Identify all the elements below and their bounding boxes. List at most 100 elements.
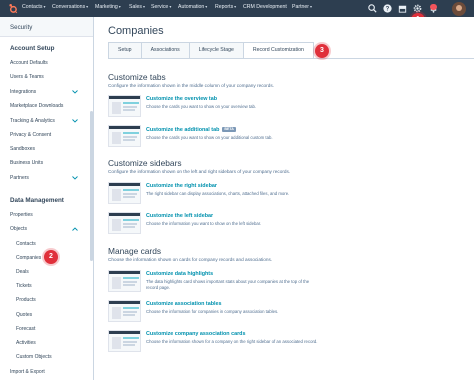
section-description: Configure the information shown on the l… [108, 169, 291, 174]
chevron-down-icon: ▾ [310, 4, 313, 9]
nav-partner[interactable]: Partner▾ [292, 4, 312, 10]
sidebar-item-tracking-analytics[interactable]: Tracking & Analytics [10, 118, 55, 124]
sidebar-item-users-teams[interactable]: Users & Teams [10, 74, 44, 80]
nav-service[interactable]: Service▾ [151, 4, 171, 10]
nav-label: Contacts [22, 4, 43, 10]
link-customize-company-association-cards[interactable]: Customize company association cards [146, 331, 245, 337]
sidebar-item-sandboxes[interactable]: Sandboxes [10, 146, 35, 152]
preview-thumbnail [108, 95, 141, 117]
nav-label: Service [151, 4, 169, 10]
step-marker-3: 3 [315, 44, 329, 58]
sidebar-item-integrations[interactable]: Integrations [10, 89, 36, 95]
section-description: Configure the information shown in the m… [108, 83, 274, 88]
link-customize-overview-tab[interactable]: Customize the overview tab [146, 96, 217, 102]
nav-reports[interactable]: Reports▾ [215, 4, 236, 10]
sidebar-item-account-defaults[interactable]: Account Defaults [10, 60, 48, 66]
preview-thumbnail [108, 182, 141, 204]
nav-label: Reports [215, 4, 234, 10]
item-description: Choose the cards you want to show on you… [146, 104, 257, 109]
section-title-manage-cards: Manage cards [108, 246, 162, 256]
sidebar-item-activities[interactable]: Activities [16, 340, 36, 346]
help-icon[interactable]: ? [382, 3, 393, 14]
preview-thumbnail [108, 270, 141, 292]
tab-record-customization[interactable]: Record Customization [242, 42, 314, 59]
sidebar-item-security[interactable]: Security [10, 24, 32, 31]
tab-bar: Setup Associations Lifecycle Stage Recor… [108, 42, 314, 59]
preview-thumbnail [108, 212, 141, 234]
nav-label: Marketing [95, 4, 118, 10]
sidebar-item-objects[interactable]: Objects [10, 226, 27, 232]
sidebar-item-privacy-consent[interactable]: Privacy & Consent [10, 132, 51, 138]
sidebar-item-tickets[interactable]: Tickets [16, 283, 32, 289]
beta-badge: BETA [222, 127, 236, 132]
nav-label: CRM Development [243, 4, 287, 10]
link-label: Customize the additional tab [146, 127, 220, 133]
sidebar-item-properties[interactable]: Properties [10, 212, 33, 218]
sidebar-item-products[interactable]: Products [16, 297, 36, 303]
sidebar-item-quotes[interactable]: Quotes [16, 312, 32, 318]
sidebar-item-partners[interactable]: Partners [10, 175, 29, 181]
nav-label: Sales [129, 4, 142, 10]
nav-label: Automation [178, 4, 205, 10]
notification-badge [430, 4, 437, 10]
section-description: Choose the information shown on cards fo… [108, 257, 273, 262]
sidebar-item-import-export[interactable]: Import & Export [10, 369, 45, 375]
sidebar-top: Security [0, 17, 93, 37]
search-icon[interactable] [367, 3, 378, 14]
link-customize-right-sidebar[interactable]: Customize the right sidebar [146, 183, 217, 189]
avatar[interactable] [452, 2, 466, 16]
item-description: Choose the information shown for a compa… [146, 339, 318, 344]
item-description: The right sidebar can display associatio… [146, 191, 290, 196]
item-description-continued: record page. [146, 285, 171, 290]
tab-divider [108, 58, 474, 59]
sidebar-item-marketplace-downloads[interactable]: Marketplace Downloads [10, 103, 63, 109]
chevron-down-icon: ▾ [118, 4, 121, 9]
chevron-down-icon: ▾ [86, 4, 89, 9]
nav-label: Conversations [52, 4, 86, 10]
item-description: The data highlights card shows important… [146, 279, 310, 284]
step-marker-2: 2 [44, 250, 58, 264]
tab-associations[interactable]: Associations [140, 42, 189, 59]
top-navigation: Contacts▾ Conversations▾ Marketing▾ Sale… [0, 0, 474, 17]
sidebar-item-companies[interactable]: Companies [16, 255, 41, 261]
link-customize-data-highlights[interactable]: Customize data highlights [146, 271, 213, 277]
preview-thumbnail [108, 300, 141, 322]
section-heading-account-setup: Account Setup [10, 45, 55, 52]
tab-setup[interactable]: Setup [108, 42, 141, 59]
link-customize-association-tables[interactable]: Customize association tables [146, 301, 222, 307]
item-description: Choose the cards you want to show on you… [146, 135, 273, 140]
nav-crm-development[interactable]: CRM Development [243, 4, 287, 10]
section-title-customize-sidebars: Customize sidebars [108, 158, 182, 168]
link-customize-additional-tab[interactable]: Customize the additional tab BETA [146, 127, 236, 133]
sidebar-item-contacts[interactable]: Contacts [16, 241, 36, 247]
nav-automation[interactable]: Automation▾ [178, 4, 207, 10]
nav-sales[interactable]: Sales▾ [129, 4, 145, 10]
nav-conversations[interactable]: Conversations▾ [52, 4, 88, 10]
chevron-down-icon: ▾ [234, 4, 237, 9]
chevron-down-icon: ▾ [142, 4, 145, 9]
nav-marketing[interactable]: Marketing▾ [95, 4, 121, 10]
item-description: Choose the information you want to show … [146, 221, 262, 226]
marketplace-icon[interactable] [397, 3, 408, 14]
main-content: Companies Setup Associations Lifecycle S… [94, 17, 474, 380]
chevron-down-icon[interactable] [72, 90, 78, 94]
preview-thumbnail [108, 330, 141, 352]
page-title: Companies [108, 25, 164, 37]
svg-text:?: ? [386, 7, 390, 13]
sidebar-item-business-units[interactable]: Business Units [10, 160, 43, 166]
chevron-down-icon[interactable] [72, 176, 78, 180]
chevron-down-icon[interactable] [72, 119, 78, 123]
sidebar-item-forecast[interactable]: Forecast [16, 326, 35, 332]
sidebar-scrollbar[interactable] [90, 111, 93, 261]
item-description: Choose the information for companies in … [146, 309, 279, 314]
section-heading-data-management: Data Management [10, 197, 64, 204]
chevron-down-icon: ▾ [169, 4, 172, 9]
sidebar-item-deals[interactable]: Deals [16, 269, 29, 275]
tab-lifecycle-stage[interactable]: Lifecycle Stage [188, 42, 243, 59]
hubspot-logo-icon[interactable] [7, 3, 18, 14]
sidebar-item-custom-objects[interactable]: Custom Objects [16, 354, 52, 360]
nav-contacts[interactable]: Contacts▾ [22, 4, 46, 10]
link-customize-left-sidebar[interactable]: Customize the left sidebar [146, 213, 213, 219]
chevron-up-icon[interactable] [72, 227, 78, 231]
nav-label: Partner [292, 4, 310, 10]
